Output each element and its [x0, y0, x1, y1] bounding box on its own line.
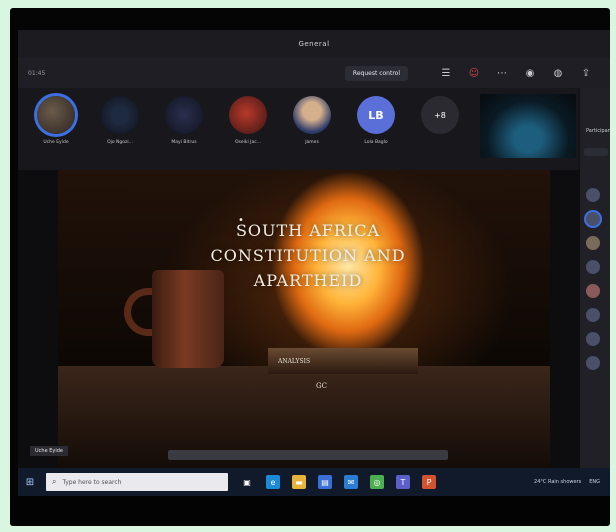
avatar: [293, 96, 331, 134]
panel-participant-list: [580, 188, 610, 370]
participant-name: Uche Eyide: [43, 140, 69, 145]
avatar: [165, 96, 203, 134]
list-item[interactable]: [586, 308, 600, 322]
chrome-icon[interactable]: ◎: [370, 475, 384, 489]
screen: General 01:45 Request control ☰ ☺ ⋯ ◉ ◍ …: [18, 30, 610, 496]
participant-tile[interactable]: Ojo Ngozi...: [92, 96, 148, 145]
slide-title: SOUTH AFRICA CONSTITUTION AND APARTHEID: [210, 221, 406, 290]
powerpoint-icon[interactable]: P: [422, 475, 436, 489]
language-indicator[interactable]: ENG: [589, 479, 600, 485]
list-item[interactable]: [586, 212, 600, 226]
presentation-slide: • SOUTH AFRICA CONSTITUTION AND APARTHEI…: [58, 170, 550, 468]
panel-heading: Participants: [586, 128, 610, 134]
more-icon[interactable]: ⋯: [495, 66, 509, 80]
mail-icon[interactable]: ✉: [344, 475, 358, 489]
search-placeholder: Type here to search: [62, 478, 122, 486]
store-icon[interactable]: ▤: [318, 475, 332, 489]
participant-name: James: [305, 140, 319, 145]
participant-name: Ojo Ngozi...: [107, 140, 133, 145]
list-item[interactable]: [586, 260, 600, 274]
presenter-name-tag: Uche Eyide: [30, 446, 69, 456]
list-item[interactable]: [586, 188, 600, 202]
file-explorer-icon[interactable]: ▬: [292, 475, 306, 489]
participant-tile[interactable]: Oseiki Jac...: [220, 96, 276, 145]
participants-panel: Participants: [580, 88, 610, 468]
participant-tile[interactable]: Mayi Bitrus: [156, 96, 212, 145]
monitor-bezel: [10, 496, 610, 526]
avatar: [101, 96, 139, 134]
participant-name: Oseiki Jac...: [234, 140, 262, 145]
participant-name: Mayi Bitrus: [171, 140, 197, 145]
participant-tile[interactable]: Uche Eyide: [28, 96, 84, 145]
request-control-button[interactable]: Request control: [344, 65, 408, 81]
teams-icon[interactable]: T: [396, 475, 410, 489]
participant-video-tile[interactable]: [480, 94, 576, 158]
mic-icon[interactable]: ◍: [551, 66, 565, 80]
participant-name: Lola Baglo: [364, 140, 388, 145]
panel-search-input[interactable]: [584, 148, 608, 156]
windows-taskbar: ⊞ ⌕ Type here to search ▣ e ▬ ▤ ✉ ◎ T P …: [18, 468, 610, 496]
system-tray: 24°C Rain showers ENG: [534, 479, 604, 485]
list-item[interactable]: [586, 284, 600, 298]
meeting-toolbar: 01:45 Request control ☰ ☺ ⋯ ◉ ◍ ⇪: [18, 58, 610, 88]
chat-icon[interactable]: ☰: [439, 66, 453, 80]
edge-icon[interactable]: e: [266, 475, 280, 489]
participant-tile[interactable]: LB Lola Baglo: [348, 96, 404, 145]
window-title: General: [298, 40, 330, 48]
avatar: [229, 96, 267, 134]
slide-subtitle: ANALYSIS: [278, 358, 311, 365]
taskbar-search-input[interactable]: ⌕ Type here to search: [46, 473, 228, 491]
overflow-count: +8: [421, 96, 459, 134]
slide-progress-bar[interactable]: [168, 450, 448, 460]
meeting-timer: 01:45: [28, 69, 46, 77]
share-icon[interactable]: ⇪: [579, 66, 593, 80]
list-item[interactable]: [586, 332, 600, 346]
list-item[interactable]: [586, 356, 600, 370]
avatar: [37, 96, 75, 134]
list-item[interactable]: [586, 236, 600, 250]
monitor-frame: General 01:45 Request control ☰ ☺ ⋯ ◉ ◍ …: [10, 8, 610, 526]
slide-author: GC: [316, 382, 327, 390]
more-participants-button[interactable]: +8: [412, 96, 468, 140]
task-view-icon[interactable]: ▣: [240, 475, 254, 489]
reactions-icon[interactable]: ☺: [467, 66, 481, 80]
search-icon: ⌕: [52, 477, 57, 486]
title-bar: General: [18, 30, 610, 58]
camera-icon[interactable]: ◉: [523, 66, 537, 80]
shared-screen: • SOUTH AFRICA CONSTITUTION AND APARTHEI…: [18, 170, 580, 468]
participant-tile[interactable]: James: [284, 96, 340, 145]
windows-start-icon[interactable]: ⊞: [24, 476, 36, 488]
weather-readout[interactable]: 24°C Rain showers: [534, 479, 581, 485]
avatar: LB: [357, 96, 395, 134]
